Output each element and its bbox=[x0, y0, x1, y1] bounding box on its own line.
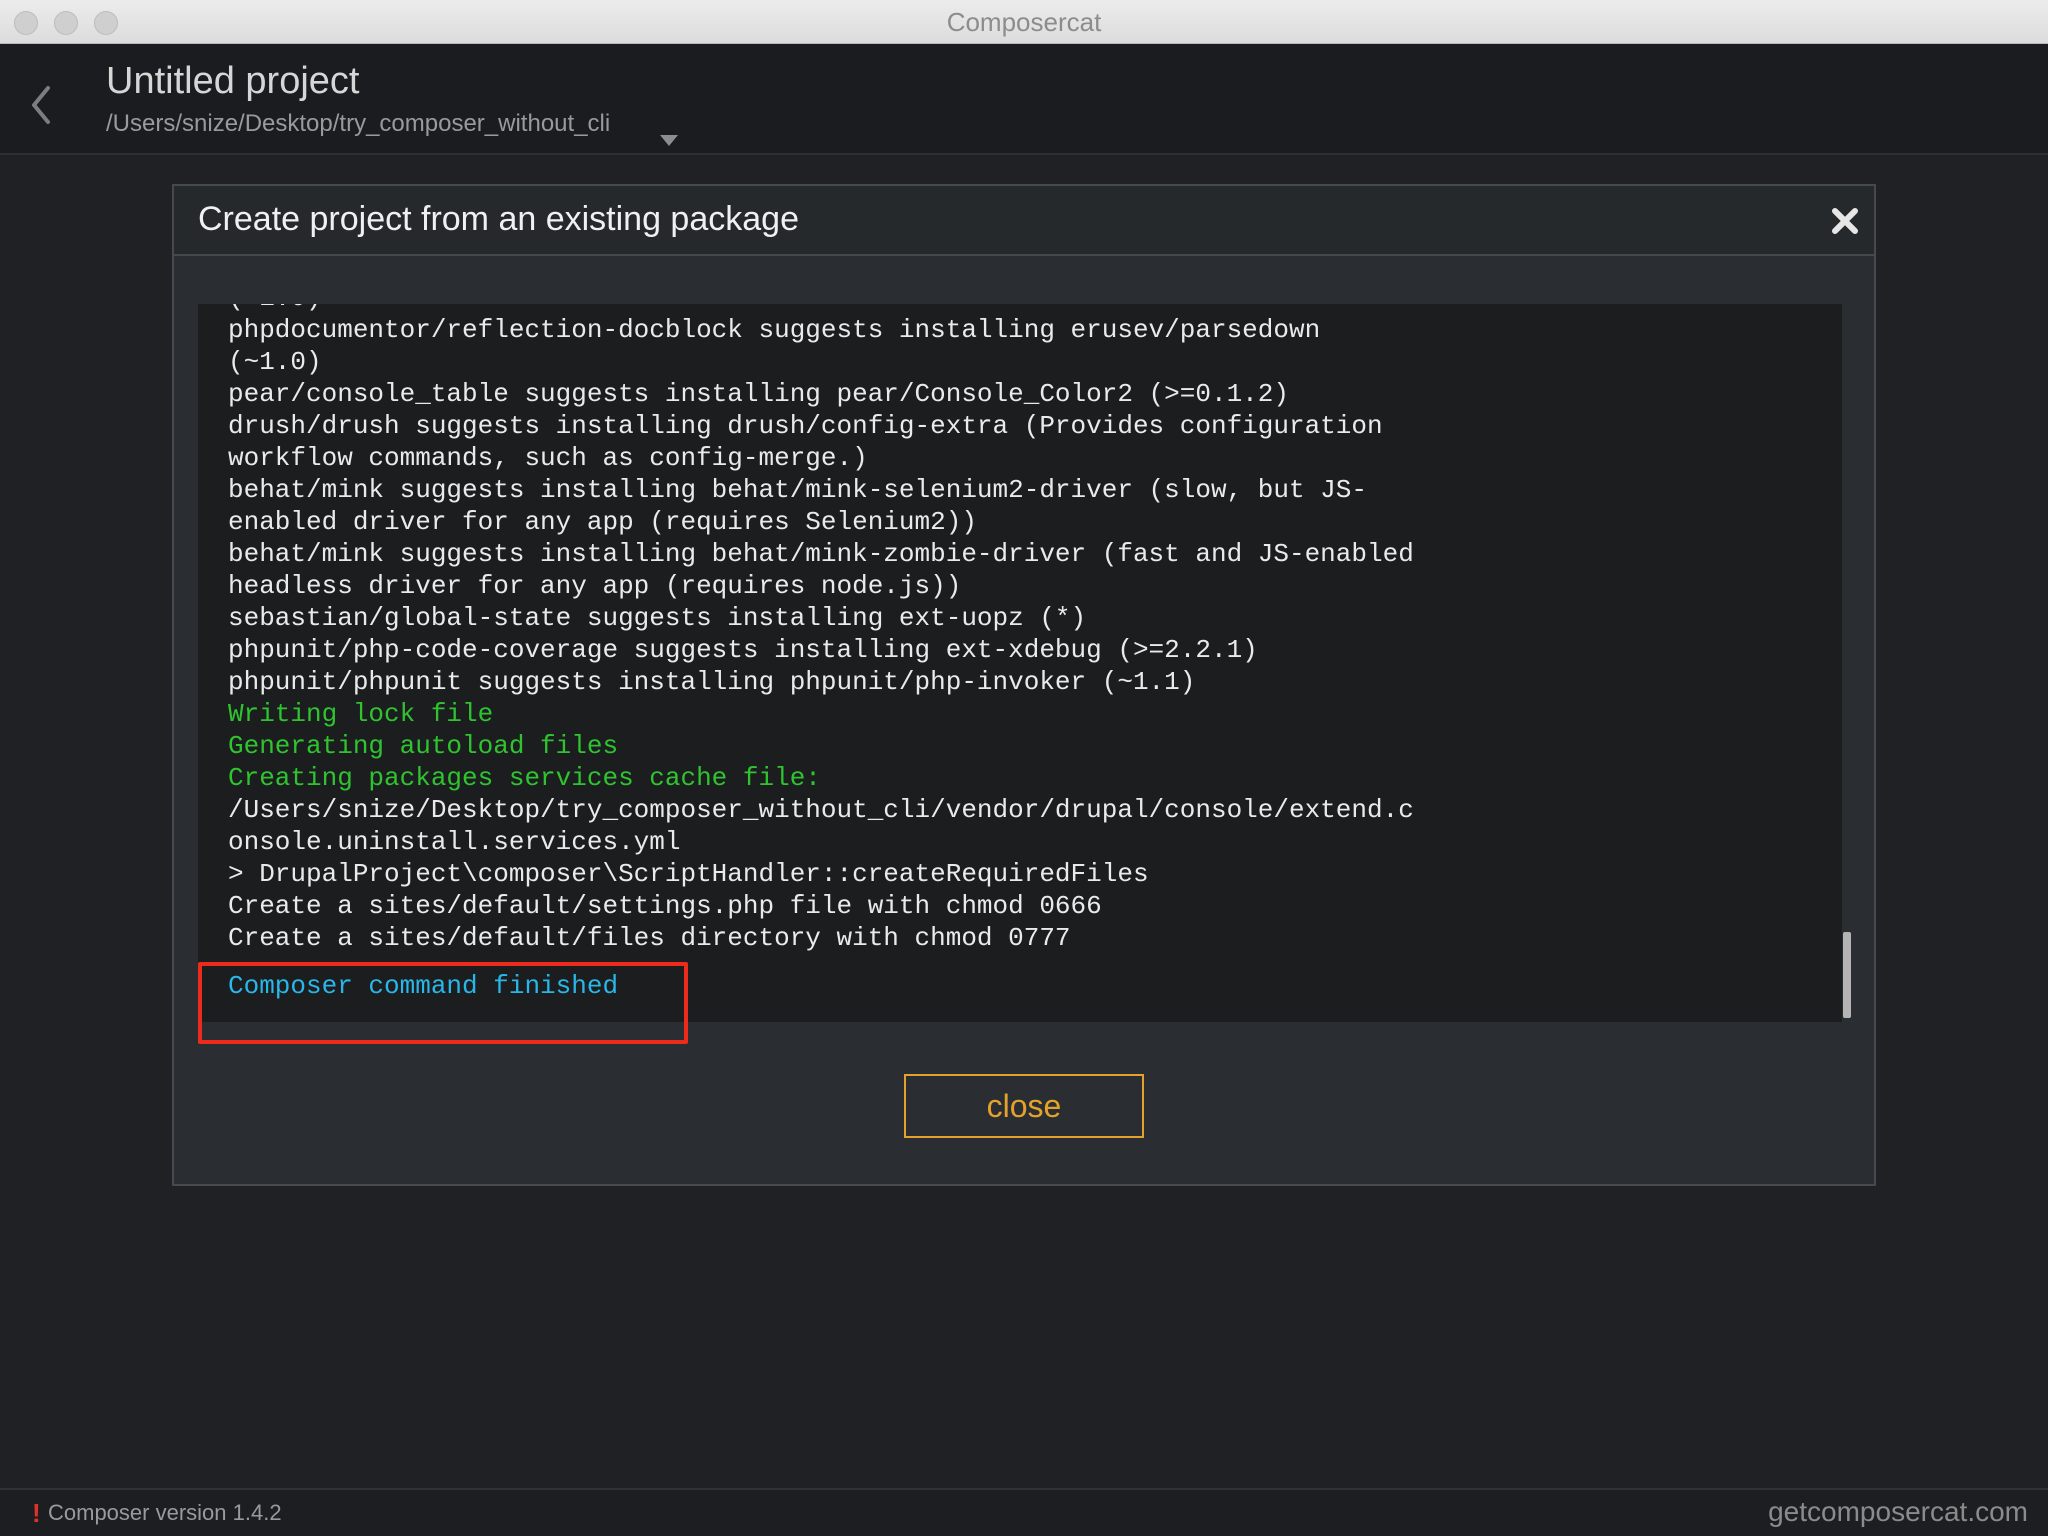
create-project-modal: Create project from an existing package … bbox=[172, 184, 1876, 1186]
site-link[interactable]: getcomposercat.com bbox=[1768, 1496, 2028, 1528]
console-line: > DrupalProject\composer\ScriptHandler::… bbox=[228, 859, 1149, 889]
close-x-icon bbox=[1832, 208, 1858, 234]
console-lines: (~1.0)phpdocumentor/reflection-docblock … bbox=[228, 304, 1788, 954]
console-line: /Users/snize/Desktop/try_composer_withou… bbox=[228, 795, 1414, 825]
console-line: workflow commands, such as config-merge.… bbox=[228, 443, 868, 473]
chevron-left-icon bbox=[32, 86, 50, 124]
status-footer: ! Composer version 1.4.2 getcomposercat.… bbox=[0, 1488, 2048, 1536]
console-line: behat/mink suggests installing behat/min… bbox=[228, 539, 1414, 569]
console-line: Create a sites/default/settings.php file… bbox=[228, 891, 1102, 921]
console-line: Writing lock file bbox=[228, 699, 494, 729]
console-scrollbar-thumb[interactable] bbox=[1843, 932, 1851, 1018]
console-line: Generating autoload files bbox=[228, 731, 619, 761]
composer-version: Composer version 1.4.2 bbox=[48, 1500, 282, 1525]
console-line: drush/drush suggests installing drush/co… bbox=[228, 411, 1383, 441]
console-line: headless driver for any app (requires no… bbox=[228, 571, 962, 601]
finish-highlight-box bbox=[198, 962, 688, 1044]
console-line: (~1.0) bbox=[228, 347, 322, 377]
project-path: /Users/snize/Desktop/try_composer_withou… bbox=[106, 110, 611, 137]
console-line: onsole.uninstall.services.yml bbox=[228, 827, 681, 857]
console-line: sebastian/global-state suggests installi… bbox=[228, 603, 1087, 633]
console-line: enabled driver for any app (requires Sel… bbox=[228, 507, 977, 537]
window-titlebar: Composercat bbox=[0, 0, 2048, 44]
warning-icon: ! bbox=[32, 1498, 41, 1528]
back-button[interactable] bbox=[26, 80, 56, 130]
modal-close-button[interactable] bbox=[1830, 206, 1860, 236]
close-button[interactable]: close bbox=[904, 1074, 1144, 1138]
console-line: phpdocumentor/reflection-docblock sugges… bbox=[228, 315, 1321, 345]
modal-title: Create project from an existing package bbox=[198, 200, 799, 238]
console-scrollbar[interactable] bbox=[1842, 304, 1852, 1022]
console-line: Creating packages services cache file: bbox=[228, 763, 821, 793]
console-output[interactable]: (~1.0)phpdocumentor/reflection-docblock … bbox=[198, 304, 1852, 1022]
modal-header: Create project from an existing package bbox=[174, 186, 1874, 256]
app-header: Untitled project /Users/snize/Desktop/tr… bbox=[0, 44, 2048, 155]
console-line: Create a sites/default/files directory w… bbox=[228, 923, 1071, 953]
project-dropdown-toggle[interactable] bbox=[660, 134, 678, 146]
console-line: phpunit/php-code-coverage suggests insta… bbox=[228, 635, 1258, 665]
console-line: (~1.0) bbox=[228, 304, 1788, 314]
console-line: behat/mink suggests installing behat/min… bbox=[228, 475, 1367, 505]
console-line: pear/console_table suggests installing p… bbox=[228, 379, 1289, 409]
console-line: phpunit/phpunit suggests installing phpu… bbox=[228, 667, 1196, 697]
window-title: Composercat bbox=[946, 7, 1102, 37]
project-title: Untitled project bbox=[106, 60, 360, 102]
caret-down-icon bbox=[660, 135, 678, 146]
